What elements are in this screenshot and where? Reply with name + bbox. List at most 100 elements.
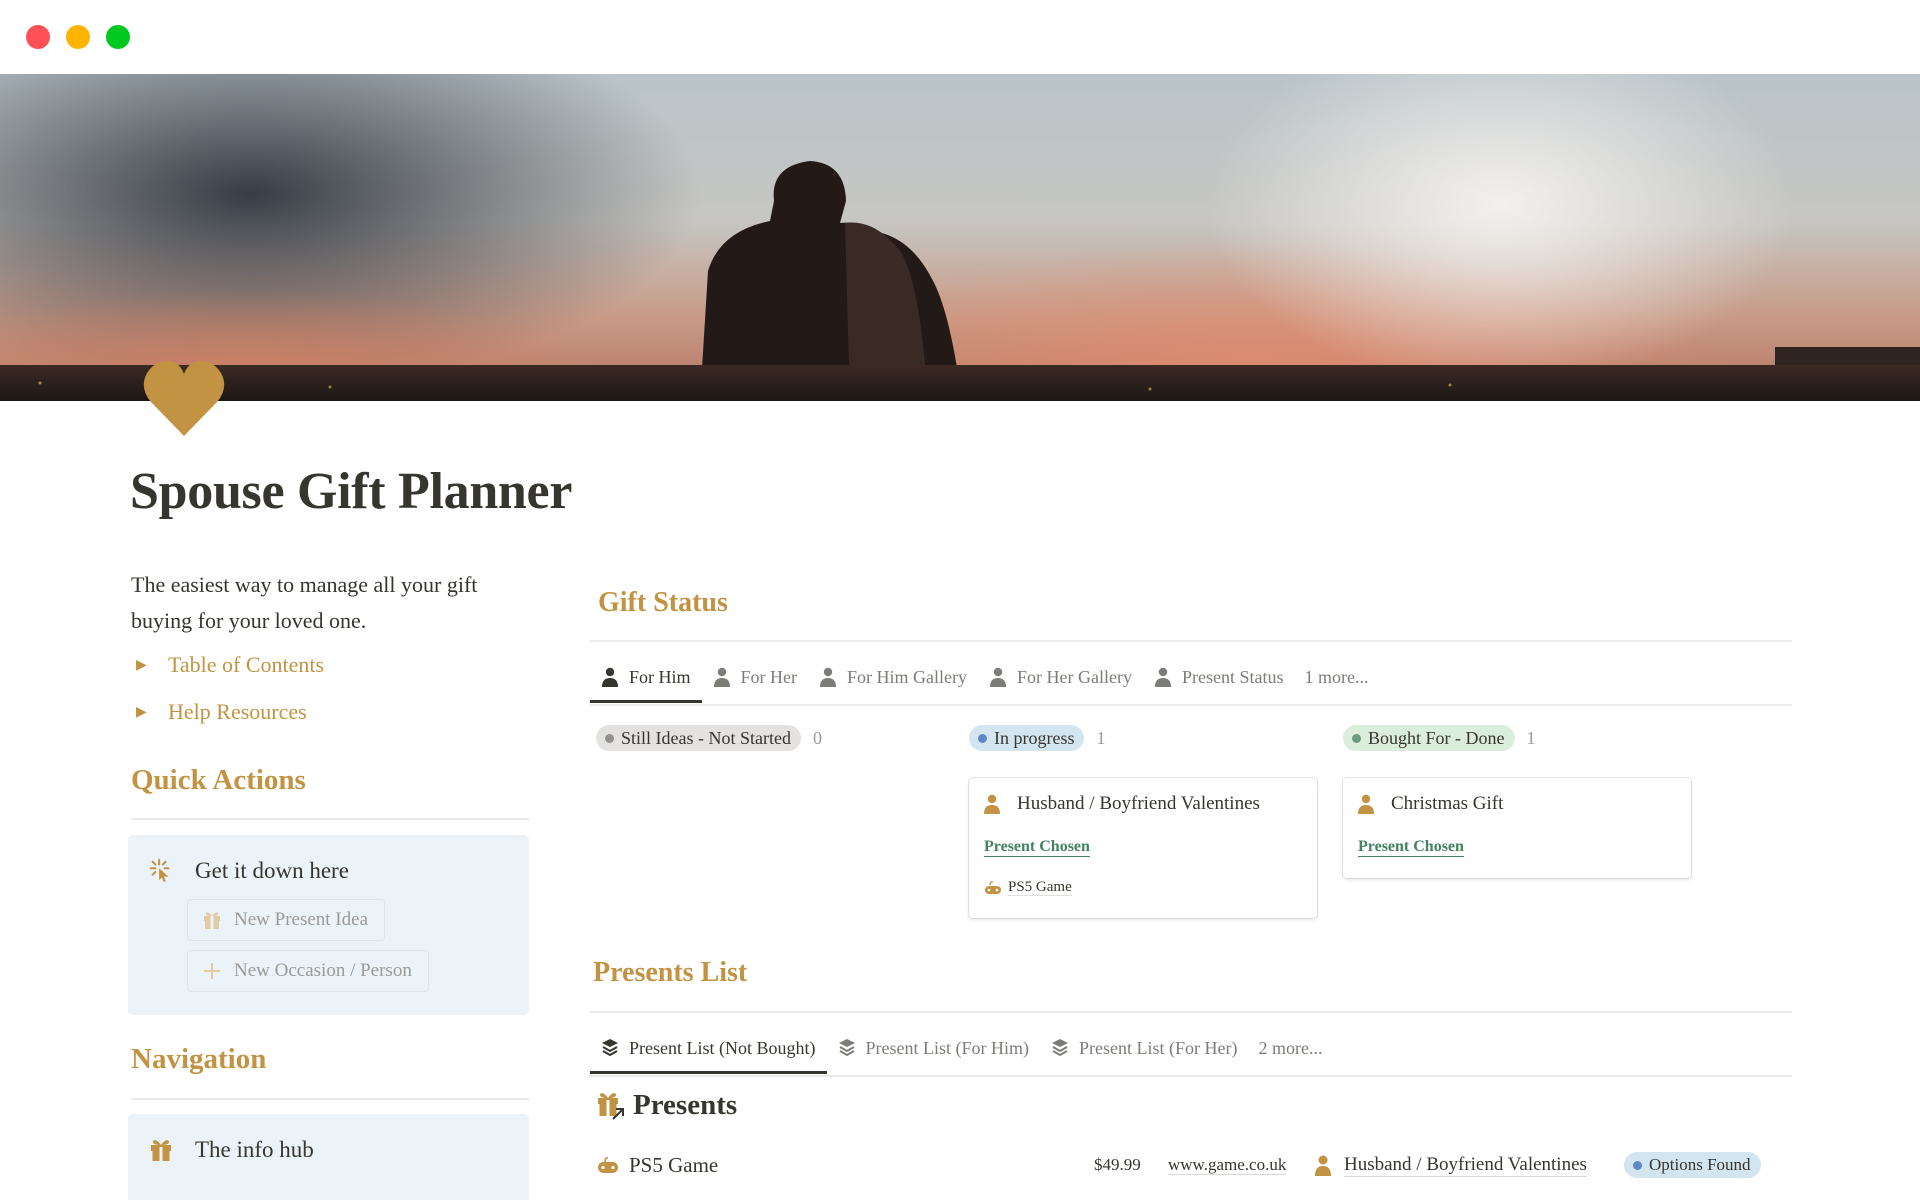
person-icon xyxy=(989,667,1007,687)
related-label: PS5 Game xyxy=(1008,879,1072,896)
gift-status-heading: Gift Status xyxy=(598,587,728,618)
tab-for-him[interactable]: For Him xyxy=(590,657,702,703)
callout-title-row: Get it down here xyxy=(147,857,349,885)
nav-item-label: The info hub xyxy=(195,1137,314,1162)
group-count: 0 xyxy=(812,727,822,748)
cursor-click-icon xyxy=(147,857,175,885)
group-count: 1 xyxy=(1096,727,1106,748)
status-badge: Still Ideas - Not Started xyxy=(596,725,801,751)
tab-present-status[interactable]: Present Status xyxy=(1143,657,1295,697)
gamepad-icon xyxy=(597,1156,619,1174)
tab-for-her-gallery[interactable]: For Her Gallery xyxy=(978,657,1143,697)
quick-actions-callout: Get it down here New Present Idea New Oc… xyxy=(128,835,529,1015)
card-status-link[interactable]: Present Chosen xyxy=(1358,838,1464,857)
present-name[interactable]: PS5 Game xyxy=(597,1153,718,1178)
status-badge: Bought For - Done xyxy=(1343,725,1515,751)
new-present-idea-button[interactable]: New Present Idea xyxy=(187,899,386,941)
intro-text: The easiest way to manage all your gift … xyxy=(131,572,478,633)
toggle-label: Help Resources xyxy=(168,699,307,724)
tab-label: For Him Gallery xyxy=(847,666,967,687)
card-title: Christmas Gift xyxy=(1391,793,1504,814)
status-label: Options Found xyxy=(1649,1155,1751,1174)
triangle-right-icon[interactable]: ▶ xyxy=(136,704,168,721)
new-occasion-person-button[interactable]: New Occasion / Person xyxy=(187,950,429,992)
tab-more-views[interactable]: 1 more... xyxy=(1294,657,1379,697)
card-status-link[interactable]: Present Chosen xyxy=(984,838,1090,857)
database-title: Presents xyxy=(633,1089,738,1121)
presents-list-tabs: Present List (Not Bought) Present List (… xyxy=(590,1028,1333,1074)
triangle-right-icon[interactable]: ▶ xyxy=(136,657,168,674)
present-url-link[interactable]: www.game.co.uk xyxy=(1168,1155,1287,1175)
page-title: Spouse Gift Planner xyxy=(130,463,573,520)
status-label: Still Ideas - Not Started xyxy=(621,727,791,748)
window-close-button[interactable] xyxy=(26,25,50,49)
divider xyxy=(590,1011,1792,1013)
stack-icon xyxy=(601,1038,619,1058)
heart-icon[interactable] xyxy=(143,358,225,438)
board-card[interactable]: Christmas Gift Present Chosen xyxy=(1343,778,1691,878)
gift-status-tabs: For Him For Her For Him Gallery For Her … xyxy=(590,657,1379,703)
tab-for-him-gallery[interactable]: For Him Gallery xyxy=(808,657,978,697)
tab-present-list-for-him[interactable]: Present List (For Him) xyxy=(827,1028,1041,1068)
person-icon xyxy=(819,667,837,687)
status-label: In progress xyxy=(994,727,1075,748)
person-icon xyxy=(1314,1154,1332,1176)
list-item[interactable]: PS5 Game $49.99 www.game.co.uk Husband /… xyxy=(597,1148,1792,1182)
gift-link-icon xyxy=(597,1091,625,1121)
tab-label: Present Status xyxy=(1181,666,1284,687)
occasion-label: Husband / Boyfriend Valentines xyxy=(1344,1153,1587,1177)
tab-label: For Her xyxy=(740,666,798,687)
tab-present-list-not-bought[interactable]: Present List (Not Bought) xyxy=(590,1028,827,1074)
board-group-done: Bought For - Done 1 xyxy=(1343,725,1536,751)
window-maximize-button[interactable] xyxy=(106,25,130,49)
status-badge: In progress xyxy=(969,725,1085,751)
card-title: Husband / Boyfriend Valentines xyxy=(1017,793,1260,814)
board-card[interactable]: Husband / Boyfriend Valentines Present C… xyxy=(969,778,1317,918)
button-label: New Present Idea xyxy=(234,909,369,930)
cover-image xyxy=(0,74,1920,401)
window-minimize-button[interactable] xyxy=(66,25,90,49)
cover-city-lights xyxy=(0,365,1920,401)
person-icon xyxy=(601,667,619,687)
nav-item-info-hub[interactable]: The info hub xyxy=(147,1136,314,1164)
board-group-not-started: Still Ideas - Not Started 0 xyxy=(596,725,822,751)
window-titlebar xyxy=(0,0,1920,74)
card-title-row: Husband / Boyfriend Valentines xyxy=(983,793,1260,815)
status-badge: Options Found xyxy=(1624,1152,1761,1178)
person-icon xyxy=(983,794,1001,814)
status-dot xyxy=(1633,1160,1642,1170)
toggle-table-of-contents[interactable]: ▶ Table of Contents xyxy=(136,652,324,678)
divider xyxy=(131,818,529,820)
card-related-present[interactable]: PS5 Game xyxy=(984,879,1072,896)
board-group-in-progress: In progress 1 xyxy=(969,725,1105,751)
divider xyxy=(590,1075,1792,1077)
tab-label: Present List (For Him) xyxy=(865,1037,1030,1058)
present-name-label: PS5 Game xyxy=(629,1152,719,1177)
status-dot xyxy=(978,733,987,743)
callout-title: Get it down here xyxy=(195,858,349,883)
navigation-callout[interactable]: The info hub xyxy=(128,1114,529,1200)
tab-label: Present List (For Her) xyxy=(1079,1037,1238,1058)
tab-present-list-for-her[interactable]: Present List (For Her) xyxy=(1040,1028,1248,1068)
tab-label: Present List (Not Bought) xyxy=(629,1037,816,1058)
divider xyxy=(131,1098,529,1100)
person-icon xyxy=(713,667,731,687)
gift-icon xyxy=(147,1136,175,1164)
toggle-label: Table of Contents xyxy=(168,652,325,677)
tab-more-views[interactable]: 2 more... xyxy=(1248,1028,1333,1068)
divider xyxy=(590,704,1792,706)
button-label: New Occasion / Person xyxy=(234,960,412,981)
status-dot xyxy=(1352,733,1361,743)
present-price: $49.99 xyxy=(1094,1155,1141,1174)
presents-list-heading: Presents List xyxy=(593,957,748,988)
gift-icon xyxy=(202,910,222,930)
tab-for-her[interactable]: For Her xyxy=(702,657,809,697)
divider xyxy=(590,640,1792,642)
stack-icon xyxy=(1051,1038,1069,1058)
stack-icon xyxy=(838,1038,856,1058)
present-occasion[interactable]: Husband / Boyfriend Valentines xyxy=(1314,1154,1587,1177)
presents-database-title[interactable]: Presents xyxy=(597,1089,737,1122)
quick-actions-heading: Quick Actions xyxy=(131,764,306,796)
toggle-help-resources[interactable]: ▶ Help Resources xyxy=(136,699,307,725)
gamepad-icon xyxy=(984,880,1002,895)
